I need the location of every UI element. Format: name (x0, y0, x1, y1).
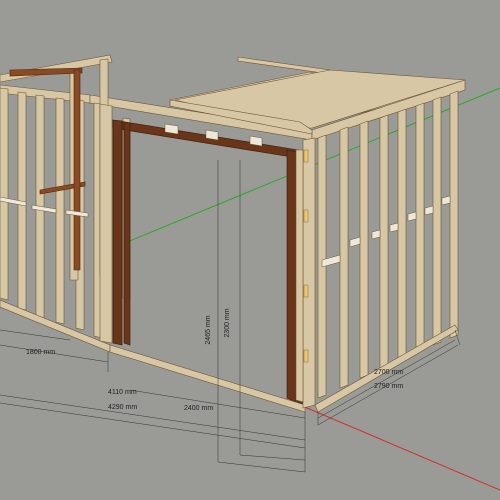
dim-4110: 4110 mm (108, 389, 137, 396)
right-wall-studs (317, 90, 459, 399)
corner-post (295, 137, 316, 409)
dim-2790: 2790 mm (374, 383, 403, 390)
dim-1800: 1800 mm (26, 349, 55, 356)
dim-2300: 2300 mm (224, 308, 231, 337)
dim-2700: 2700 mm (374, 369, 403, 376)
front-bottom-plate (109, 344, 306, 413)
shed-frame-model[interactable]: 1800 mm 4110 mm 4290 mm 2400 mm 2300 mm … (0, 0, 500, 500)
red-axis (299, 404, 500, 491)
dim-4290: 4290 mm (108, 404, 137, 411)
dim-2400: 2400 mm (184, 405, 213, 412)
dim-2465: 2465 mm (205, 315, 212, 344)
left-bottom-plate (0, 299, 111, 353)
modeling-viewport[interactable]: 1800 mm 4110 mm 4290 mm 2400 mm 2300 mm … (0, 0, 500, 500)
